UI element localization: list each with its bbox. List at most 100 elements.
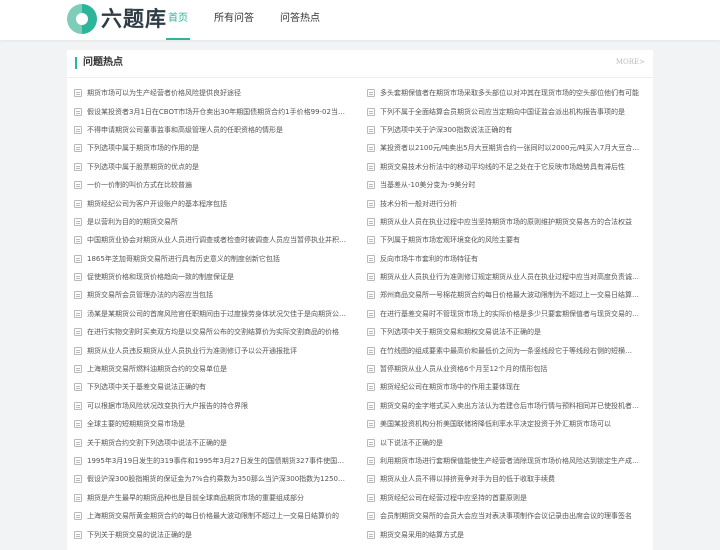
site-logo[interactable]: 六题库 <box>67 4 167 34</box>
question-item[interactable]: 期货交易所会员管理办法的内容应当包括 <box>67 286 360 304</box>
question-item[interactable]: 郑州商品交易所一号棉花期货合约每日价格最大波动限制为不超过上一交易日结算… <box>360 286 653 304</box>
question-item[interactable]: 汤某是某期货公司的首席风险官任职期间由于过度操劳身体状况欠佳于是向期货公… <box>67 305 360 323</box>
site-header: 六题库 首页 所有问答 问答热点 <box>0 0 720 40</box>
question-item[interactable]: 在进行基差交易时不管现货市场上的实际价格是多少只要套期保值者与现货交易的… <box>360 305 653 323</box>
nav-hot-qa[interactable]: 问答热点 <box>278 0 322 40</box>
question-item[interactable]: 下列属于期货市场宏观环境变化的风险主要有 <box>360 231 653 249</box>
question-title: 当基差从-10美分变为-9美分时 <box>380 181 476 190</box>
question-title: 期货从业人员执业行为准则修订规定期货从业人员在执业过程中应当对高度负责诚… <box>380 273 639 282</box>
question-item[interactable]: 假设沪深300股指期货的保证金为7%合约乘数为350那么当沪深300指数为125… <box>67 470 360 488</box>
question-item[interactable]: 暂停期货从业人员从业资格6个月至12个月的情形包括 <box>360 360 653 378</box>
question-title: 下列不属于全面结算会员期货公司应当定期向中国证监会派出机构报告事项的是 <box>380 107 625 116</box>
question-title: 反向市场牛市套利的市场特征有 <box>380 254 478 263</box>
question-title: 期货经纪公司为客户开设账户的基本程序包括 <box>87 199 227 208</box>
question-item[interactable]: 下列关于期货交易的说法正确的是 <box>67 525 360 543</box>
question-item[interactable]: 1865年芝加哥期货交易所进行具有历史意义的制度创新它包括 <box>67 250 360 268</box>
question-item[interactable]: 技术分析一般对进行分析 <box>360 194 653 212</box>
document-icon <box>367 162 375 171</box>
question-item[interactable]: 期货经纪公司在经营过程中应坚持的首要原则是 <box>360 489 653 507</box>
question-item[interactable]: 期货经纪公司为客户开设账户的基本程序包括 <box>67 194 360 212</box>
document-icon <box>74 254 82 263</box>
question-item[interactable]: 全球主要的短期期货交易市场是 <box>67 415 360 433</box>
question-item[interactable]: 在竹线图的组成要素中最高价和最低价之间为一条竖线段它于等线段右侧的短横… <box>360 341 653 359</box>
question-item[interactable]: 美国某投资机构分析美国联储将降低利率水平决定投资于外汇期货市场可以 <box>360 415 653 433</box>
question-title: 一价一价制的叫价方式在比较普遍 <box>87 181 192 190</box>
question-item[interactable]: 反向市场牛市套利的市场特征有 <box>360 250 653 268</box>
document-icon <box>74 346 82 355</box>
question-item[interactable]: 下列选项中关于期货交易和期权交易说法不正确的是 <box>360 323 653 341</box>
question-title: 假设沪深300股指期货的保证金为7%合约乘数为350那么当沪深300指数为125… <box>87 475 350 484</box>
nav-all-qa[interactable]: 所有问答 <box>212 0 256 40</box>
document-icon <box>74 457 82 465</box>
question-title: 期货从业人员不得以排挤竞争对手为目的低于收取手续费 <box>380 475 555 484</box>
question-item[interactable]: 期货交易技术分析法中的移动平均线的不足之处在于它反映市场趋势具有滞后性 <box>360 158 653 176</box>
question-item[interactable]: 当基差从-10美分变为-9美分时 <box>360 176 653 194</box>
question-item[interactable]: 不得申请期货公司董事监事和高级管理人员的任职资格的情形是 <box>67 121 360 139</box>
question-item[interactable]: 可以根据市场风险状况改变执行大户报告的持仓界限 <box>67 397 360 415</box>
document-icon <box>74 365 82 374</box>
question-title: 1865年芝加哥期货交易所进行具有历史意义的制度创新它包括 <box>87 254 280 263</box>
question-item[interactable]: 期货是产生最早的期货品种也是目前全球商品期货市场的重要组成部分 <box>67 489 360 507</box>
question-item[interactable]: 多头套期保值者在期货市场采取多头部位以对冲其在现货市场的空头部位他们有可能 <box>360 84 653 102</box>
document-icon <box>74 125 82 134</box>
document-icon <box>367 107 375 116</box>
question-item[interactable]: 关于期货合约交割下列选项中说法不正确的是 <box>67 433 360 451</box>
question-item[interactable]: 期货从业人员不得以排挤竞争对手为目的低于收取手续费 <box>360 470 653 488</box>
question-item[interactable]: 促使期货价格和现货价格趋向一致的制度保证是 <box>67 268 360 286</box>
question-item[interactable]: 一价一价制的叫价方式在比较普遍 <box>67 176 360 194</box>
question-title: 会员制期货交易所的会员大会应当对表决事项制作会议记录由出席会议的理事签名 <box>380 512 632 521</box>
question-item[interactable]: 期货市场可以为生产经营者价格风险提供良好途径 <box>67 84 360 102</box>
document-icon <box>367 125 375 134</box>
question-title: 期货从业人员在执业过程中应当坚持期货市场的原则维护期货交易各方的合法权益 <box>380 217 632 226</box>
document-icon <box>74 199 82 208</box>
document-icon <box>367 530 375 539</box>
document-icon <box>367 383 375 392</box>
question-item[interactable]: 期货从业人员在执业过程中应当坚持期货市场的原则维护期货交易各方的合法权益 <box>360 213 653 231</box>
document-icon <box>74 162 82 171</box>
document-icon <box>74 309 82 318</box>
question-item[interactable]: 中国期货业协会对期货从业人员进行调查或者检查时被调查人员应当暂停执业并积… <box>67 231 360 249</box>
question-title: 多头套期保值者在期货市场采取多头部位以对冲其在现货市场的空头部位他们有可能 <box>380 89 639 98</box>
document-icon <box>74 107 82 116</box>
document-icon <box>367 438 375 447</box>
main-nav: 首页 所有问答 问答热点 <box>166 0 344 40</box>
document-icon <box>367 401 375 410</box>
question-title: 下列选项中关于沪深300指数说法正确的有 <box>380 125 513 134</box>
question-title: 在进行实物交割时买卖双方均是以交易所公布的交割结算价为实际交割商品的价格 <box>87 328 339 337</box>
document-icon <box>367 328 375 337</box>
question-item[interactable]: 1995年3月19日发生的319事件和1995年3月27日发生的国债期货327事… <box>67 452 360 470</box>
question-item[interactable]: 某投资者以2100元/吨卖出5月大豆期货合约一张同时以2000元/吨买入7月大豆… <box>360 139 653 157</box>
question-item[interactable]: 会员制期货交易所的会员大会应当对表决事项制作会议记录由出席会议的理事签名 <box>360 507 653 525</box>
question-title: 促使期货价格和现货价格趋向一致的制度保证是 <box>87 273 234 282</box>
question-item[interactable]: 下列选项中属于期货市场的作用的是 <box>67 139 360 157</box>
question-item[interactable]: 期货交易的金字塔式买入卖出方法认为若建仓后市场行情与预料相同并已使投机者… <box>360 397 653 415</box>
document-icon <box>367 217 375 226</box>
question-item[interactable]: 期货从业人员执业行为准则修订规定期货从业人员在执业过程中应当对高度负责诚… <box>360 268 653 286</box>
question-item[interactable]: 期货经纪公司在期货市场中的作用主要体现在 <box>360 378 653 396</box>
question-item[interactable]: 下列选项中属于股票期货的优点的是 <box>67 158 360 176</box>
question-item[interactable]: 假设某投资者3月1日在CBOT市场开仓卖出30年期国债期货合约1手价格99-02… <box>67 102 360 120</box>
question-title: 期货经纪公司在期货市场中的作用主要体现在 <box>380 383 520 392</box>
document-icon <box>367 89 375 98</box>
question-item[interactable]: 下列选项中关于沪深300指数说法正确的有 <box>360 121 653 139</box>
question-item[interactable]: 上海期货交易所黄金期货合约的每日价格最大波动限制不超过上一交易日结算价的 <box>67 507 360 525</box>
question-item[interactable]: 利用期货市场进行套期保值能使生产经营者消除现货市场价格风险达到锁定生产成… <box>360 452 653 470</box>
document-icon <box>367 346 375 355</box>
question-item[interactable]: 以下说法不正确的是 <box>360 433 653 451</box>
question-item[interactable]: 下列不属于全面结算会员期货公司应当定期向中国证监会派出机构报告事项的是 <box>360 102 653 120</box>
question-item[interactable]: 下列选项中关于基差交易说法正确的有 <box>67 378 360 396</box>
logo-text: 六题库 <box>101 7 167 31</box>
document-icon <box>367 475 375 484</box>
question-title: 美国某投资机构分析美国联储将降低利率水平决定投资于外汇期货市场可以 <box>380 420 611 429</box>
more-link[interactable]: MORE> <box>616 58 645 66</box>
question-title: 下列关于期货交易的说法正确的是 <box>87 530 192 539</box>
question-title: 上海期货交易所黄金期货合约的每日价格最大波动限制不超过上一交易日结算价的 <box>87 512 339 521</box>
question-item[interactable]: 在进行实物交割时买卖双方均是以交易所公布的交割结算价为实际交割商品的价格 <box>67 323 360 341</box>
question-title: 下列属于期货市场宏观环境变化的风险主要有 <box>380 236 520 245</box>
document-icon <box>74 438 82 447</box>
question-item[interactable]: 期货从业人员违反期货从业人员执业行为准则修订予以公开通报批评 <box>67 341 360 359</box>
question-item[interactable]: 上海期货交易所燃料油期货合约的交易单位是 <box>67 360 360 378</box>
question-item[interactable]: 期货交易采用的结算方式是 <box>360 525 653 543</box>
question-item[interactable]: 是以营利为目的的期货交易所 <box>67 213 360 231</box>
nav-home[interactable]: 首页 <box>166 0 190 40</box>
